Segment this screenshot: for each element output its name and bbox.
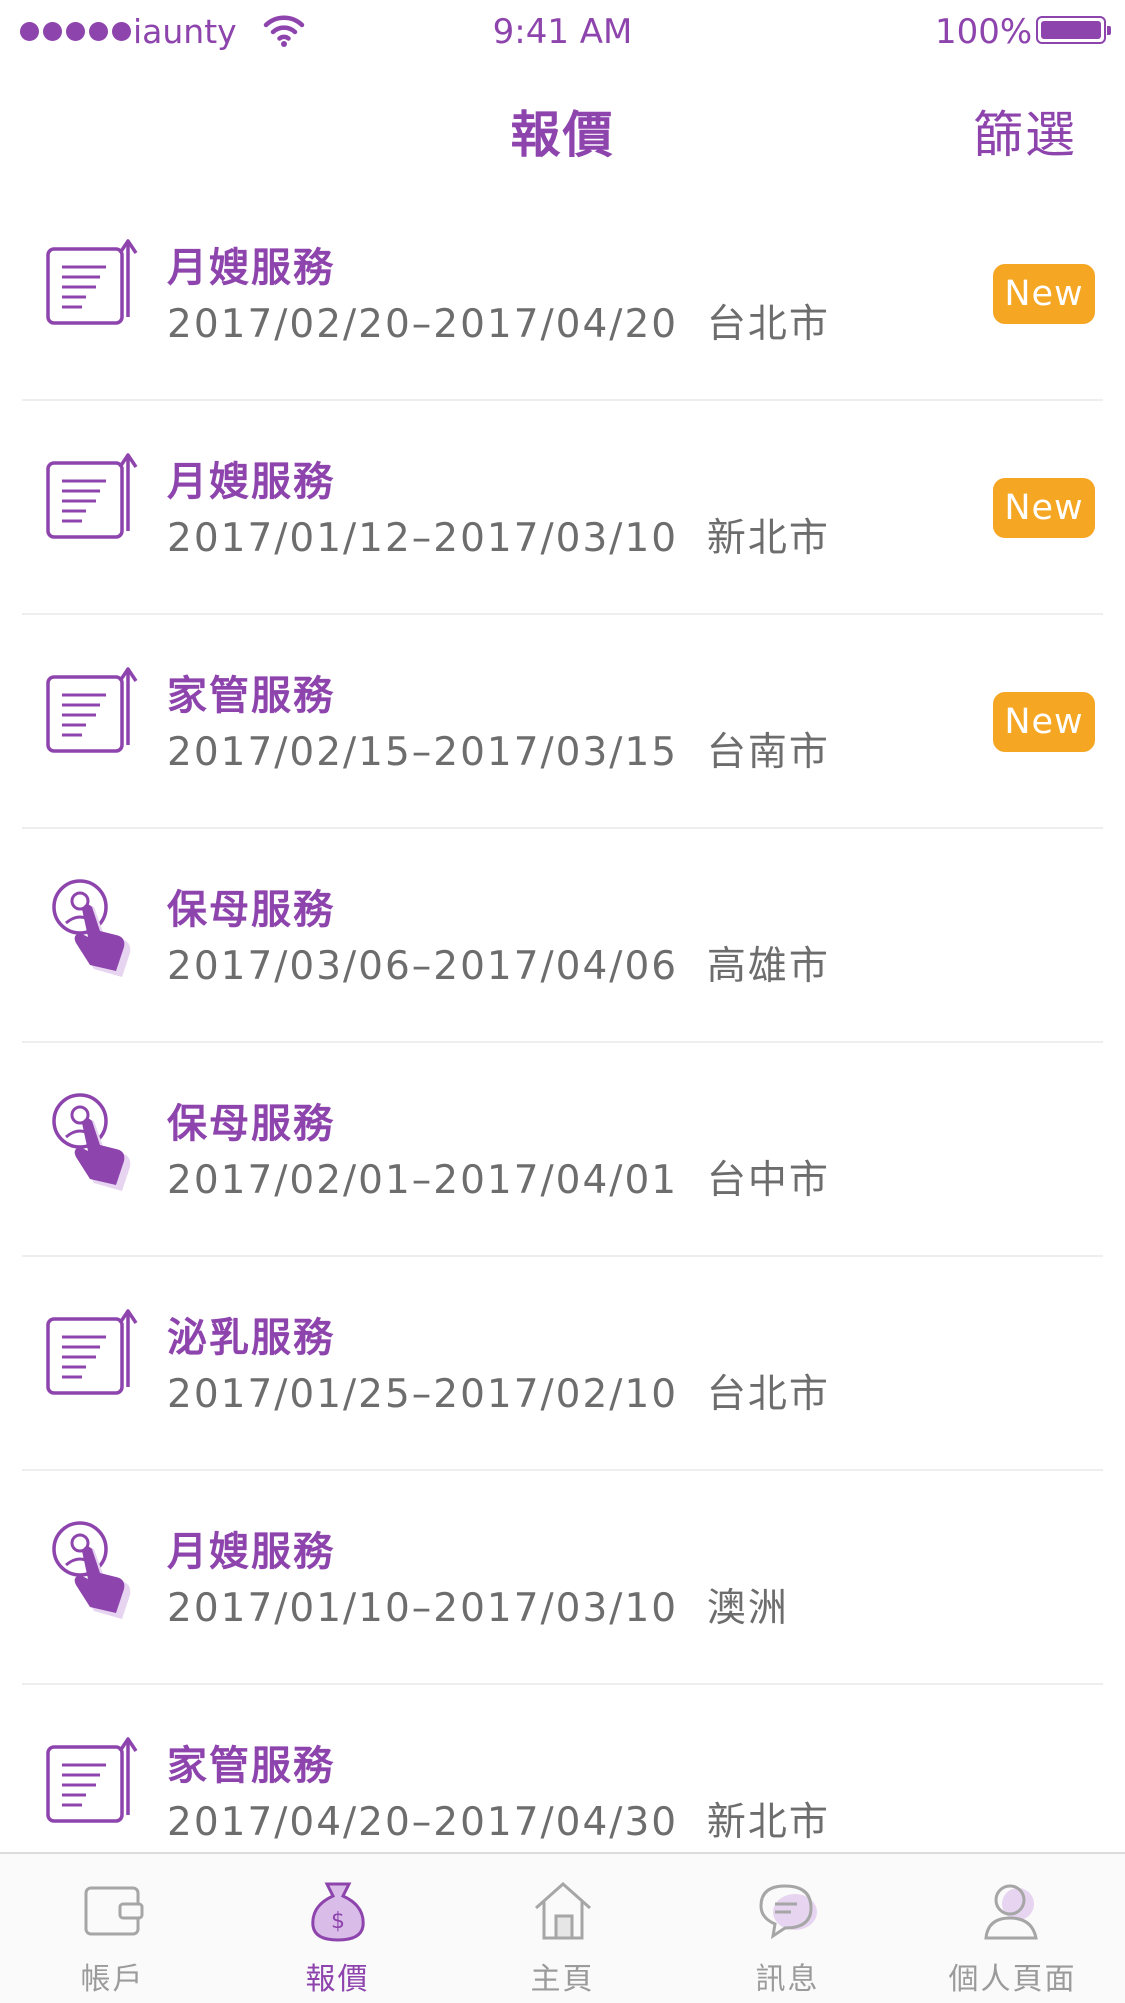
quote-city: 新北市 [706,1800,830,1845]
document-upload-icon [42,1733,152,1843]
quote-date-location: 2017/01/25–2017/02/10 台北市 [167,1363,830,1419]
document-upload-icon [42,235,152,345]
quote-date-range: 2017/01/10–2017/03/10 [167,1586,679,1631]
tab-wallet[interactable]: 帳戶 [0,1854,225,2003]
quote-date-range: 2017/03/06–2017/04/06 [167,944,679,989]
user-tap-icon [42,1519,152,1629]
svg-text:$: $ [331,1909,345,1934]
status-bar: iaunty 9:41 AM 100% [0,0,1125,66]
quote-city: 台中市 [706,1158,830,1203]
quote-date-range: 2017/01/25–2017/02/10 [167,1372,679,1417]
quote-service-title: 月嫂服務 [167,459,335,505]
quote-service-title: 家管服務 [167,1743,335,1789]
quote-row[interactable]: 泌乳服務 2017/01/25–2017/02/10 台北市 [22,1257,1103,1471]
quote-city: 澳洲 [706,1586,789,1631]
quote-date-range: 2017/02/15–2017/03/15 [167,730,679,775]
tab-label: 訊息 [755,1962,820,1997]
quote-row[interactable]: 保母服務 2017/03/06–2017/04/06 高雄市 [22,829,1103,1043]
page-title: 報價 [510,106,615,164]
quote-row[interactable]: 家管服務 2017/02/15–2017/03/15 台南市 New [22,615,1103,829]
quote-date-location: 2017/04/20–2017/04/30 新北市 [167,1791,830,1847]
tab-money-bag[interactable]: $ 報價 [225,1854,450,2003]
new-badge: New [993,692,1095,752]
new-badge: New [993,478,1095,538]
battery-percentage: 100% [935,12,1033,52]
battery-icon [1036,16,1111,44]
tab-label: 主頁 [530,1962,595,1997]
quote-city: 台北市 [706,1372,830,1417]
tab-bar: 帳戶 $ 報價 主頁 訊息 個人頁面 [0,1852,1125,2003]
quote-date-range: 2017/02/01–2017/04/01 [167,1158,679,1203]
quote-service-title: 家管服務 [167,673,335,719]
quote-date-location: 2017/02/20–2017/04/20 台北市 [167,293,830,349]
user-tap-icon [42,1091,152,1201]
quote-date-location: 2017/02/15–2017/03/15 台南市 [167,721,830,777]
tab-home[interactable]: 主頁 [450,1854,675,2003]
user-tap-icon [42,877,152,987]
tab-chat-bubble[interactable]: 訊息 [675,1854,900,2003]
document-upload-icon [42,663,152,773]
quote-list: 月嫂服務 2017/02/20–2017/04/20 台北市 New 月嫂服務 2017… [0,187,1125,1899]
quote-city: 台南市 [706,730,830,775]
quote-date-location: 2017/01/10–2017/03/10 澳洲 [167,1577,789,1633]
filter-button[interactable]: 篩選 [973,95,1077,167]
document-upload-icon [42,1305,152,1415]
quote-service-title: 保母服務 [167,887,335,933]
quote-date-range: 2017/02/20–2017/04/20 [167,302,679,347]
quote-city: 台北市 [706,302,830,347]
quote-row[interactable]: 月嫂服務 2017/02/20–2017/04/20 台北市 New [22,187,1103,401]
quote-date-range: 2017/04/20–2017/04/30 [167,1800,679,1845]
quote-service-title: 月嫂服務 [167,245,335,291]
quote-service-title: 月嫂服務 [167,1529,335,1575]
tab-person[interactable]: 個人頁面 [900,1854,1125,2003]
quote-city: 新北市 [706,516,830,561]
quote-row[interactable]: 月嫂服務 2017/01/10–2017/03/10 澳洲 [22,1471,1103,1685]
quote-date-location: 2017/03/06–2017/04/06 高雄市 [167,935,830,991]
new-badge: New [993,264,1095,324]
tab-label: 個人頁面 [948,1962,1077,1997]
quote-date-location: 2017/01/12–2017/03/10 新北市 [167,507,830,563]
document-upload-icon [42,449,152,559]
quote-date-location: 2017/02/01–2017/04/01 台中市 [167,1149,830,1205]
quote-row[interactable]: 保母服務 2017/02/01–2017/04/01 台中市 [22,1043,1103,1257]
tab-label: 報價 [305,1962,370,1997]
quote-date-range: 2017/01/12–2017/03/10 [167,516,679,561]
tab-label: 帳戶 [80,1962,145,1997]
quote-city: 高雄市 [706,944,830,989]
quote-service-title: 保母服務 [167,1101,335,1147]
quote-row[interactable]: 月嫂服務 2017/01/12–2017/03/10 新北市 New [22,401,1103,615]
quote-service-title: 泌乳服務 [167,1315,335,1361]
